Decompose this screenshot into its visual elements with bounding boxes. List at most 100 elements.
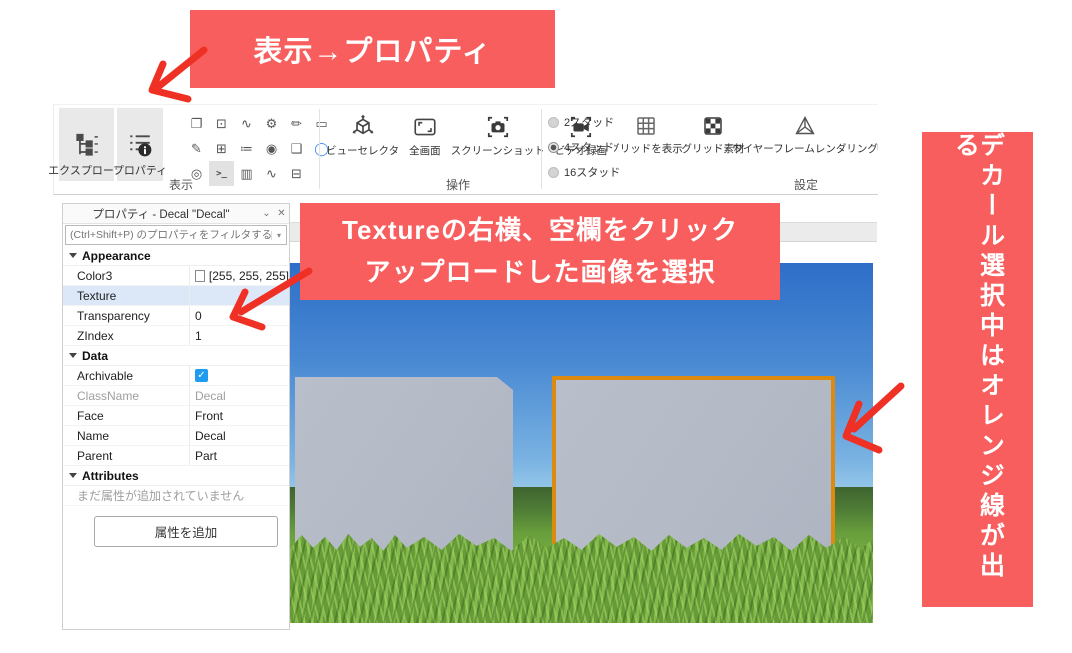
- screenshot-camera-icon: [485, 114, 511, 140]
- lighting-icon[interactable]: ⚙: [259, 111, 284, 136]
- archivable-checkbox-checked[interactable]: ✓: [195, 369, 208, 382]
- property-filter-box[interactable]: ▾: [65, 225, 287, 245]
- property-name: Face: [63, 406, 189, 425]
- property-value[interactable]: 0: [189, 306, 289, 325]
- annotation-top-box: 表示→プロパティ: [190, 10, 555, 88]
- properties-toggle-button[interactable]: プロパティ: [117, 108, 163, 181]
- stud-option-label: 16スタッド: [564, 164, 620, 180]
- output-icon[interactable]: ⊡: [209, 111, 234, 136]
- property-value[interactable]: Decal: [189, 426, 289, 445]
- section-header-data[interactable]: Data: [63, 346, 289, 366]
- explorer-toggle-button[interactable]: エクスプローラ: [59, 108, 114, 181]
- actions-group-label: 操作: [418, 176, 498, 193]
- tag-editor-icon[interactable]: ❑: [284, 136, 309, 161]
- property-filter-input[interactable]: [66, 229, 271, 241]
- properties-panel-title: プロパティ - Decal "Decal": [63, 206, 259, 222]
- property-value[interactable]: 1: [189, 326, 289, 345]
- property-row-archivable[interactable]: Archivable ✓: [63, 366, 289, 386]
- command-output-icon[interactable]: ⊞: [209, 136, 234, 161]
- property-name: Texture: [63, 286, 189, 305]
- panel-collapse-icon[interactable]: ⌄: [259, 208, 274, 219]
- view-selector-label: ビューセレクタ: [326, 143, 399, 158]
- screenshot-label: スクリーンショット: [451, 143, 545, 158]
- property-value[interactable]: Part: [189, 446, 289, 465]
- color3-value-text: [255, 255, 255]: [209, 269, 289, 283]
- view-group-label: 表示: [141, 176, 221, 193]
- collapse-triangle-icon[interactable]: [69, 253, 77, 258]
- annotation-right-text: デカール選択中はオレンジ線が出る: [953, 132, 1003, 607]
- screenshot-button[interactable]: スクリーンショット: [451, 114, 545, 158]
- annotation-middle-box: Textureの右横、空欄をクリック アップロードした画像を選択: [300, 203, 780, 300]
- fullscreen-icon: [412, 114, 438, 140]
- stud-option-4[interactable]: 4スタッド: [548, 139, 620, 155]
- property-value[interactable]: Front: [189, 406, 289, 425]
- zindex-value-text: 1: [195, 329, 202, 343]
- task-scheduler-icon[interactable]: ⊟: [284, 161, 309, 186]
- ui-visibility-button[interactable]: UIの表示: [868, 114, 878, 156]
- ribbon-divider: [541, 109, 542, 189]
- property-name: ClassName: [63, 386, 189, 405]
- wireframe-rendering-label: ワイヤーフレームレンダリング: [732, 141, 878, 156]
- asset-manager-icon[interactable]: ❐: [184, 111, 209, 136]
- property-rows: Appearance Color3 [255, 255, 255] Textur…: [63, 246, 289, 506]
- stud-option-2[interactable]: 2スタッド: [548, 114, 620, 130]
- property-row-parent[interactable]: Parent Part: [63, 446, 289, 466]
- color-swatch[interactable]: [195, 270, 205, 282]
- property-row-zindex[interactable]: ZIndex 1: [63, 326, 289, 346]
- property-name: Parent: [63, 446, 189, 465]
- 3d-viewport[interactable]: [290, 263, 873, 623]
- grid-icon: [634, 114, 658, 138]
- section-header-attributes[interactable]: Attributes: [63, 466, 289, 486]
- filter-dropdown-caret-icon[interactable]: ▾: [271, 231, 286, 240]
- properties-panel-titlebar[interactable]: プロパティ - Decal "Decal" ⌄ ✕: [63, 204, 289, 224]
- wireframe-icon: [793, 114, 817, 138]
- section-label: Data: [82, 349, 108, 363]
- settings-group-label: 設定: [766, 176, 846, 193]
- screenshot-root: エクスプローラ プロパティ ❐ ⊡ ∿ ⚙ ✏ ▭ ✎ ⊞ ≔ ◉ ❑: [0, 0, 1072, 653]
- classname-value-text: Decal: [195, 389, 226, 403]
- property-row-name[interactable]: Name Decal: [63, 426, 289, 446]
- show-grid-button[interactable]: グリッドを表示: [614, 114, 678, 156]
- ui-visibility-label: UIの表示: [877, 141, 878, 156]
- view-selector-icon: [350, 114, 376, 140]
- texture-value-empty-field[interactable]: [189, 286, 289, 305]
- collapse-triangle-icon[interactable]: [69, 473, 77, 478]
- script-editor-icon[interactable]: ✎: [184, 136, 209, 161]
- radio-unselected-icon[interactable]: [548, 167, 559, 178]
- breakpoints-icon[interactable]: ≔: [234, 136, 259, 161]
- stud-option-label: 2スタッド: [564, 114, 614, 130]
- property-value[interactable]: ✓: [189, 366, 289, 385]
- performance-icon[interactable]: ∿: [259, 161, 284, 186]
- add-attribute-button[interactable]: 属性を追加: [94, 516, 278, 547]
- no-attributes-message: まだ属性が追加されていません: [63, 486, 289, 506]
- stud-option-16[interactable]: 16スタッド: [548, 164, 620, 180]
- property-value[interactable]: [255, 255, 255]: [189, 266, 289, 285]
- name-value-text: Decal: [195, 429, 226, 443]
- property-row-classname: ClassName Decal: [63, 386, 289, 406]
- fullscreen-button[interactable]: 全画面: [409, 114, 441, 158]
- team-create-icon[interactable]: ✏: [284, 111, 309, 136]
- stats-icon[interactable]: ▥: [234, 161, 259, 186]
- property-row-texture[interactable]: Texture: [63, 286, 289, 306]
- face-value-text: Front: [195, 409, 223, 423]
- annotation-middle-line1: Textureの右横、空欄をクリック: [342, 210, 738, 252]
- wireframe-rendering-button[interactable]: ワイヤーフレームレンダリング: [748, 114, 862, 156]
- curve-editor-icon[interactable]: ∿: [234, 111, 259, 136]
- radio-unselected-icon[interactable]: [548, 117, 559, 128]
- annotation-right-banner: デカール選択中はオレンジ線が出る: [922, 132, 1033, 607]
- settings-group: グリッドを表示 グリッド素材: [614, 114, 878, 156]
- annotation-middle-line2: アップロードした画像を選択: [364, 252, 715, 294]
- stud-grid-size-options: 2スタッド 4スタッド 16スタッド: [548, 114, 620, 180]
- collapse-triangle-icon[interactable]: [69, 353, 77, 358]
- view-selector-button[interactable]: ビューセレクタ: [326, 114, 399, 158]
- parent-value-text: Part: [195, 449, 217, 463]
- radio-selected-icon[interactable]: [548, 142, 559, 153]
- property-row-transparency[interactable]: Transparency 0: [63, 306, 289, 326]
- object-browser-icon[interactable]: ◉: [259, 136, 284, 161]
- transparency-value-text: 0: [195, 309, 202, 323]
- property-name: Archivable: [63, 366, 189, 385]
- property-row-face[interactable]: Face Front: [63, 406, 289, 426]
- property-row-color3[interactable]: Color3 [255, 255, 255]: [63, 266, 289, 286]
- section-header-appearance[interactable]: Appearance: [63, 246, 289, 266]
- panel-close-icon[interactable]: ✕: [274, 208, 289, 219]
